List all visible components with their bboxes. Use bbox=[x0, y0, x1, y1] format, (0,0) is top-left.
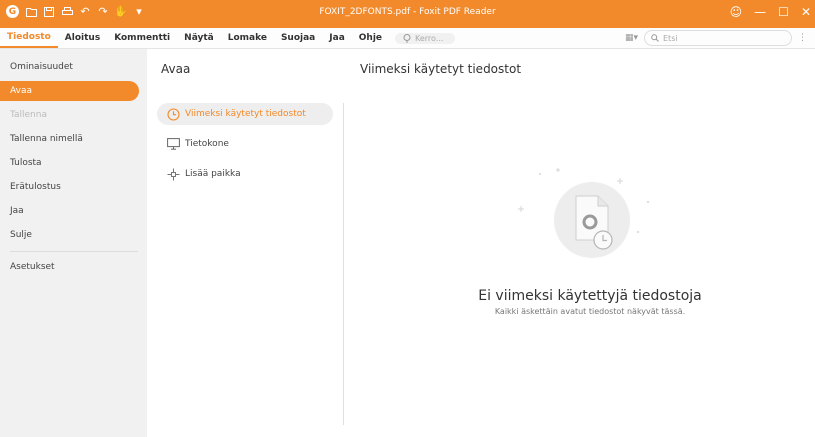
lightbulb-icon bbox=[403, 33, 411, 42]
menu-bar: Tiedosto Aloitus Kommentti Näytä Lomake … bbox=[0, 28, 815, 49]
account-icon[interactable]: ☺ bbox=[730, 4, 743, 20]
nav-eratulostus[interactable]: Erätulostus bbox=[0, 177, 139, 197]
open-pane-title: Avaa bbox=[161, 62, 191, 76]
empty-state-title: Ei viimeksi käytettyjä tiedostoja bbox=[478, 288, 702, 304]
nav-avaa[interactable]: Avaa bbox=[0, 81, 139, 101]
nav-jaa[interactable]: Jaa bbox=[0, 201, 139, 221]
pane-divider bbox=[343, 103, 344, 425]
menu-kommentti[interactable]: Kommentti bbox=[107, 28, 177, 48]
location-computer[interactable]: Tietokone bbox=[157, 133, 333, 155]
window-controls: ☺ — ☐ ✕ bbox=[730, 4, 811, 20]
menu-jaa[interactable]: Jaa bbox=[322, 28, 352, 48]
location-recent-files[interactable]: Viimeksi käytetyt tiedostot bbox=[157, 103, 333, 125]
menubar-right: ▦▾ Etsi ⋮ bbox=[625, 30, 807, 46]
menu-ohje[interactable]: Ohje bbox=[352, 28, 389, 48]
tell-me-placeholder: Kerro... bbox=[415, 33, 444, 43]
nav-asetukset[interactable]: Asetukset bbox=[0, 257, 139, 277]
location-label: Tietokone bbox=[185, 139, 229, 149]
location-label: Viimeksi käytetyt tiedostot bbox=[185, 109, 306, 119]
recent-files-title: Viimeksi käytetyt tiedostot bbox=[360, 62, 522, 76]
menu-tiedosto[interactable]: Tiedosto bbox=[0, 28, 58, 48]
menu-aloitus[interactable]: Aloitus bbox=[58, 28, 107, 48]
search-icon bbox=[651, 34, 659, 42]
add-place-icon bbox=[167, 168, 180, 180]
menu-nayta[interactable]: Näytä bbox=[177, 28, 221, 48]
nav-divider bbox=[10, 251, 138, 252]
nav-tallenna-nimella[interactable]: Tallenna nimellä bbox=[0, 129, 139, 149]
view-options-icon[interactable]: ▦▾ bbox=[625, 33, 638, 43]
menu-suojaa[interactable]: Suojaa bbox=[274, 28, 322, 48]
minimize-icon[interactable]: — bbox=[754, 4, 766, 20]
title-bar: G ↶ ↷ ✋ ▾ FOXIT_2DFONTS.pdf - Foxit PDF … bbox=[0, 0, 815, 28]
location-label: Lisää paikka bbox=[185, 169, 241, 179]
monitor-icon bbox=[167, 138, 180, 150]
clock-icon bbox=[167, 107, 180, 121]
file-backstage-nav: Ominaisuudet Avaa Tallenna Tallenna nime… bbox=[0, 49, 147, 437]
location-add-place[interactable]: Lisää paikka bbox=[157, 163, 333, 185]
nav-tallenna: Tallenna bbox=[10, 110, 47, 120]
nav-sulje[interactable]: Sulje bbox=[0, 225, 139, 245]
search-box[interactable]: Etsi bbox=[644, 30, 792, 46]
tell-me-box[interactable]: Kerro... bbox=[395, 32, 456, 44]
empty-recent-illustration bbox=[518, 168, 650, 258]
window-title: FOXIT_2DFONTS.pdf - Foxit PDF Reader bbox=[319, 7, 496, 17]
nav-tulosta[interactable]: Tulosta bbox=[0, 153, 139, 173]
more-options-icon[interactable]: ⋮ bbox=[798, 33, 807, 43]
empty-state-subtitle: Kaikki äskettäin avatut tiedostot näkyvä… bbox=[494, 307, 686, 316]
open-locations-pane: Avaa Viimeksi käytetyt tiedostot Tietoko… bbox=[147, 49, 344, 437]
close-icon[interactable]: ✕ bbox=[801, 4, 811, 20]
search-placeholder: Etsi bbox=[663, 33, 678, 43]
nav-ominaisuudet[interactable]: Ominaisuudet bbox=[0, 57, 139, 77]
menu-lomake[interactable]: Lomake bbox=[221, 28, 274, 48]
maximize-icon[interactable]: ☐ bbox=[778, 4, 789, 20]
